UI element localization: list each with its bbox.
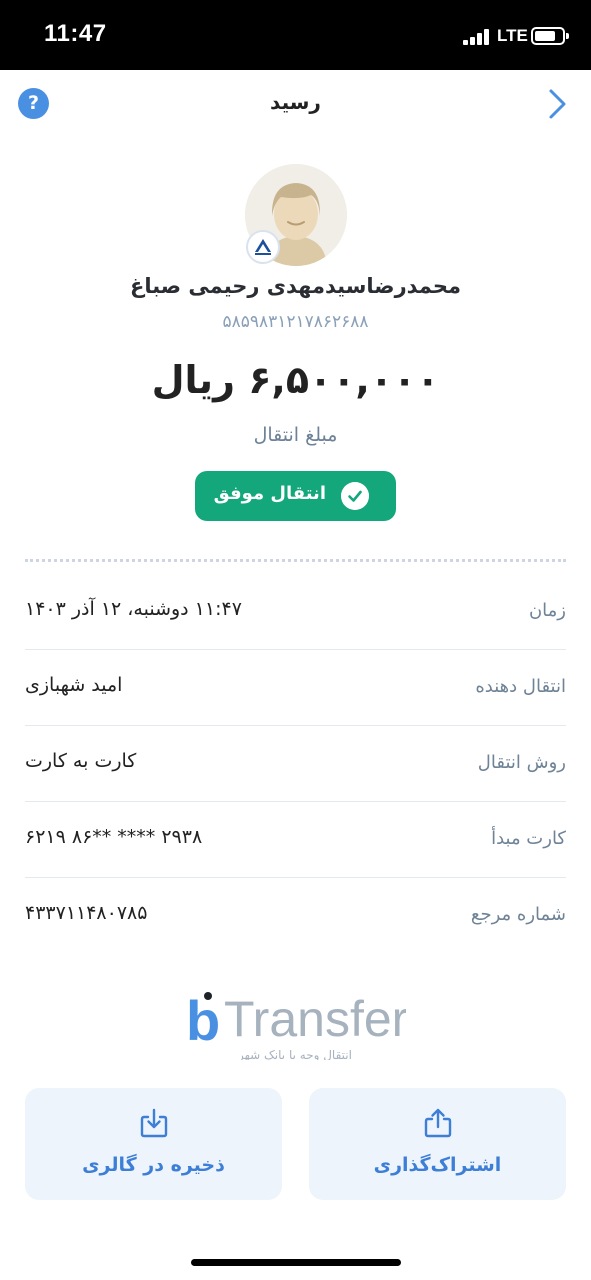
detail-label: شماره مرجع [470,904,566,925]
brand-dot [204,992,212,1000]
share-button-label: اشتراک‌گذاری [373,1154,502,1176]
transfer-amount-label: مبلغ انتقال [253,424,338,446]
battery-icon [531,27,569,45]
save-button-label: ذخیره در گالری [82,1154,225,1176]
page-title: رسید [270,90,321,114]
detail-value: ۴۳۳۷۱۱۴۸۰۷۸۵ [25,902,148,924]
divider [25,559,566,562]
detail-value: کارت به کارت [25,750,137,772]
detail-value: ۶۲۱۹ ۸۶** **** ۲۹۳۸ [25,826,203,848]
download-icon [140,1108,168,1138]
detail-label: کارت مبدأ [491,828,566,849]
back-chevron-icon[interactable] [540,86,576,122]
detail-row-reference: شماره مرجع ۴۳۳۷۱۱۴۸۰۷۸۵ [25,878,566,954]
network-label: LTE [497,26,528,45]
status-time: 11:47 [44,20,107,47]
save-to-gallery-button[interactable]: ذخیره در گالری [25,1088,282,1200]
recipient-card-number: ۵۸۵۹۸۳۱۲۱۷۸۶۲۶۸۸ [222,312,369,332]
detail-row-sender: انتقال دهنده امید شهبازی [25,650,566,726]
header: ? رسید [0,70,591,140]
transfer-amount: ۶,۵۰۰,۰۰۰ ریال [151,358,440,402]
brand-logo: b Transfer انتقال وجه با بانک شهر [184,990,406,1060]
home-indicator[interactable] [191,1259,401,1266]
detail-label: زمان [528,600,566,621]
signal-icon [463,28,493,45]
brand-tagline: انتقال وجه با بانک شهر [238,1048,352,1060]
brand-mark: b [186,990,221,1052]
share-button[interactable]: اشتراک‌گذاری [309,1088,566,1200]
detail-value: امید شهبازی [25,674,123,696]
status-badge: انتقال موفق [195,471,396,521]
detail-row-time: زمان ۱۱:۴۷ دوشنبه، ۱۲ آذر ۱۴۰۳ [25,574,566,650]
detail-row-source-card: کارت مبدأ ۶۲۱۹ ۸۶** **** ۲۹۳۸ [25,802,566,878]
detail-row-method: روش انتقال کارت به کارت [25,726,566,802]
status-label: انتقال موفق [213,483,326,504]
status-bar: 11:47 LTE [0,0,591,70]
check-circle-icon [341,482,369,510]
recipient-name: محمدرضاسیدمهدی رحیمی صباغ [129,274,462,298]
brand-name: Transfer [224,991,406,1047]
detail-label: انتقال دهنده [475,676,566,697]
detail-label: روش انتقال [477,752,566,773]
bank-logo-icon [246,230,280,264]
share-icon [424,1108,452,1138]
detail-value: ۱۱:۴۷ دوشنبه، ۱۲ آذر ۱۴۰۳ [25,598,242,620]
